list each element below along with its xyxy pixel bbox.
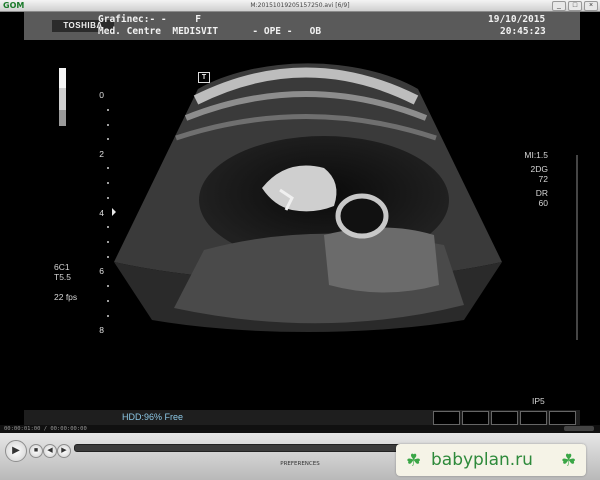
frame-rate: 22 fps <box>54 292 78 302</box>
status-box <box>549 411 576 425</box>
depth-label: 0 <box>99 90 104 100</box>
dr-value: 60 <box>538 198 548 208</box>
status-box <box>462 411 489 425</box>
stop-button[interactable]: ■ <box>29 444 43 458</box>
watermark-badge: ☘ babyplan.ru ☘ <box>396 444 586 476</box>
patient-line: Grafinec:- - F <box>98 14 201 25</box>
depth-label: 2 <box>99 149 104 159</box>
scan-params: MI:1.5 2DG 72 DR 60 <box>520 150 548 208</box>
dr-label: DR <box>535 188 548 198</box>
clover-icon: ☘ <box>406 451 422 470</box>
fetus-head <box>335 193 389 239</box>
window-buttons: _ □ × <box>552 1 598 11</box>
ultrasound-image-area[interactable]: T 0 2 4 6 8 6C1 T5.5 22 fps MI:1.5 2DG 7… <box>24 40 580 410</box>
centre-line: Med. Centre MEDISVIT - OPE - OB <box>98 26 322 37</box>
transducer-marker: T <box>198 72 210 83</box>
left-frame <box>0 12 24 425</box>
probe-info: 6C1 T5.5 22 fps <box>54 262 77 302</box>
depth-label: 6 <box>99 266 104 276</box>
minimize-button[interactable]: _ <box>552 1 566 11</box>
status-box <box>433 411 460 425</box>
maximize-button[interactable]: □ <box>568 1 582 11</box>
file-title: M:20151019205157250.avi [6/9] <box>250 2 350 9</box>
time-bar[interactable]: 00:00:01:00 / 00:00:00:00 <box>0 425 600 433</box>
status-box <box>520 411 547 425</box>
gain-value: 72 <box>538 174 548 184</box>
mini-volume-bar[interactable] <box>564 426 594 431</box>
watermark-text: babyplan.ru <box>431 450 533 470</box>
right-frame <box>580 12 600 425</box>
hdd-status: HDD:96% Free <box>122 412 184 422</box>
gain-label: 2DG <box>530 164 548 174</box>
probe-model: 6C1 <box>54 262 70 272</box>
exam-date: 19/10/2015 <box>488 14 546 25</box>
depth-ticks <box>107 109 109 317</box>
status-boxes <box>433 411 576 425</box>
status-strip: HDD:96% Free <box>24 410 580 425</box>
ip-label: IP5 <box>532 396 545 406</box>
status-box <box>491 411 518 425</box>
mi-value: MI:1.5 <box>524 150 548 160</box>
clover-icon: ☘ <box>561 451 577 470</box>
probe-spacer <box>54 282 77 292</box>
time-display: 00:00:01:00 / 00:00:00:00 <box>4 426 87 432</box>
window-titlebar[interactable]: GOM M:20151019205157250.avi [6/9] _ □ × <box>0 0 600 12</box>
exam-time: 20:45:23 <box>500 26 546 37</box>
depth-label: 4 <box>99 208 104 218</box>
focus-marker <box>112 208 116 216</box>
depth-label: 8 <box>99 325 104 335</box>
close-button[interactable]: × <box>584 1 598 11</box>
ultrasound-scan-image <box>59 63 578 340</box>
probe-setting: T5.5 <box>54 272 72 282</box>
previous-button[interactable]: ◀ <box>43 444 57 458</box>
next-button[interactable]: ▶ <box>57 444 71 458</box>
play-button[interactable]: ▶ <box>5 440 27 462</box>
ultrasound-header: TOSHIBA Grafinec:- - F Med. Centre MEDIS… <box>24 12 580 40</box>
